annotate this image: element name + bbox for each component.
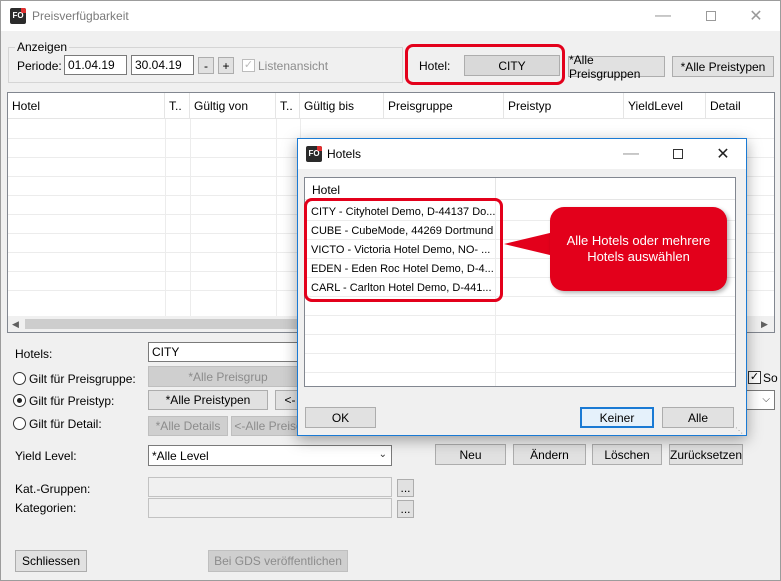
app-logo-icon: FO (10, 8, 26, 24)
radio-preistyp[interactable] (13, 394, 26, 407)
gds-publish-button[interactable]: Bei GDS veröffentlichen (208, 550, 348, 572)
kategorien-label: Kategorien: (15, 501, 77, 515)
resize-grip-icon[interactable]: ⋱ (735, 426, 743, 435)
chevron-down-icon: ⌵ (762, 394, 770, 405)
periode-to-input[interactable]: 30.04.19 (131, 55, 194, 75)
dialog-logo-icon: FO (306, 146, 322, 162)
hotel-highlight-frame (405, 44, 565, 85)
keiner-button[interactable]: Keiner (580, 407, 654, 428)
col-preistyp[interactable]: Preistyp (504, 93, 624, 119)
hotels-input[interactable]: CITY (148, 342, 308, 362)
grid-col-line (190, 119, 191, 316)
loeschen-button[interactable]: Löschen (592, 444, 662, 465)
yield-level-label: Yield Level: (15, 449, 77, 463)
list-row-line (305, 372, 735, 373)
col-yieldlevel[interactable]: YieldLevel (624, 93, 706, 119)
zuruecksetzen-button[interactable]: Zurücksetzen (669, 444, 743, 465)
alle-preisgruppen-button[interactable]: *Alle Preisgruppen (568, 53, 665, 81)
neu-button[interactable]: Neu (435, 444, 506, 465)
periode-minus-button[interactable]: - (198, 57, 214, 74)
title-bar: FO Preisverfügbarkeit — ✕ (1, 1, 780, 31)
col-gueltig-bis[interactable]: Gültig bis (300, 93, 384, 119)
gilt-preistyp-label: Gilt für Preistyp: (29, 394, 115, 408)
listenansicht-label: Listenansicht (258, 59, 329, 73)
dialog-title: Hotels (327, 147, 362, 161)
schliessen-button[interactable]: Schliessen (15, 550, 87, 572)
gilt-preisgruppe-label: Gilt für Preisgruppe: (29, 372, 136, 386)
dialog-minimize-icon[interactable]: — (616, 142, 646, 166)
listenansicht-checkbox[interactable]: ✓ (242, 59, 255, 72)
col-detail[interactable]: Detail (706, 93, 774, 119)
list-row-line (305, 353, 735, 354)
so-checkbox[interactable]: ✓ (748, 371, 761, 384)
window-title: Preisverfügbarkeit (32, 9, 129, 23)
kategorien-browse-button[interactable]: ... (397, 500, 414, 518)
hotel-list-header-label[interactable]: Hotel (312, 183, 340, 197)
alle-details-button[interactable]: *Alle Details (148, 416, 228, 436)
hotel-list-header: Hotel (305, 178, 735, 200)
periode-plus-button[interactable]: + (218, 57, 234, 74)
close-icon[interactable]: ✕ (741, 4, 771, 28)
so-label: So (763, 371, 778, 385)
minimize-icon[interactable]: — (648, 4, 678, 28)
alle-preisgrup-button[interactable]: *Alle Preisgrup (148, 366, 308, 387)
anzeigen-group-label: Anzeigen (15, 40, 70, 54)
kat-gruppen-browse-button[interactable]: ... (397, 479, 414, 497)
grid-header: Hotel T.. Gültig von T.. Gültig bis Prei… (8, 93, 774, 119)
alle-preistypen-form-button[interactable]: *Alle Preistypen (148, 390, 268, 410)
col-t1[interactable]: T.. (165, 93, 190, 119)
col-preisgruppe[interactable]: Preisgruppe (384, 93, 504, 119)
list-row-line (305, 315, 735, 316)
callout-text: Alle Hotels oder mehrere Hotels auswähle… (566, 233, 711, 264)
chevron-down-icon: ⌄ (378, 449, 387, 460)
kat-gruppen-input[interactable] (148, 477, 392, 497)
kategorien-input[interactable] (148, 498, 392, 518)
callout-bubble: Alle Hotels oder mehrere Hotels auswähle… (550, 207, 727, 291)
periode-from-input[interactable]: 01.04.19 (64, 55, 127, 75)
dialog-close-icon[interactable]: ✕ (708, 142, 738, 166)
radio-preisgruppe[interactable] (13, 372, 26, 385)
periode-label: Periode: (17, 59, 62, 73)
col-hotel[interactable]: Hotel (8, 93, 165, 119)
list-row-line (305, 334, 735, 335)
dialog-maximize-icon[interactable] (663, 142, 693, 166)
radio-detail[interactable] (13, 417, 26, 430)
alle-preise-button[interactable]: <-Alle Preise (231, 416, 306, 436)
dialog-title-bar: FO Hotels — ✕ (298, 139, 746, 169)
yield-level-select[interactable]: *Alle Level ⌄ (148, 445, 392, 466)
hotels-label: Hotels: (15, 347, 53, 361)
gilt-detail-label: Gilt für Detail: (29, 417, 102, 431)
col-gueltig-von[interactable]: Gültig von (190, 93, 276, 119)
alle-preistypen-button[interactable]: *Alle Preistypen (672, 56, 774, 77)
grid-col-line (165, 119, 166, 316)
hotel-list-highlight-frame (304, 198, 503, 302)
grid-col-line (276, 119, 277, 316)
kat-gruppen-label: Kat.-Gruppen: (15, 482, 91, 496)
scroll-left-icon[interactable]: ◀ (12, 319, 19, 330)
maximize-icon[interactable] (696, 4, 726, 28)
alle-button[interactable]: Alle (662, 407, 734, 428)
yield-level-value: *Alle Level (152, 448, 209, 463)
scroll-right-icon[interactable]: ▶ (761, 319, 768, 330)
ok-button[interactable]: OK (305, 407, 376, 428)
header-divider (495, 178, 496, 199)
aendern-button[interactable]: Ändern (513, 444, 586, 465)
col-t2[interactable]: T.. (276, 93, 300, 119)
callout-tail (504, 232, 554, 256)
